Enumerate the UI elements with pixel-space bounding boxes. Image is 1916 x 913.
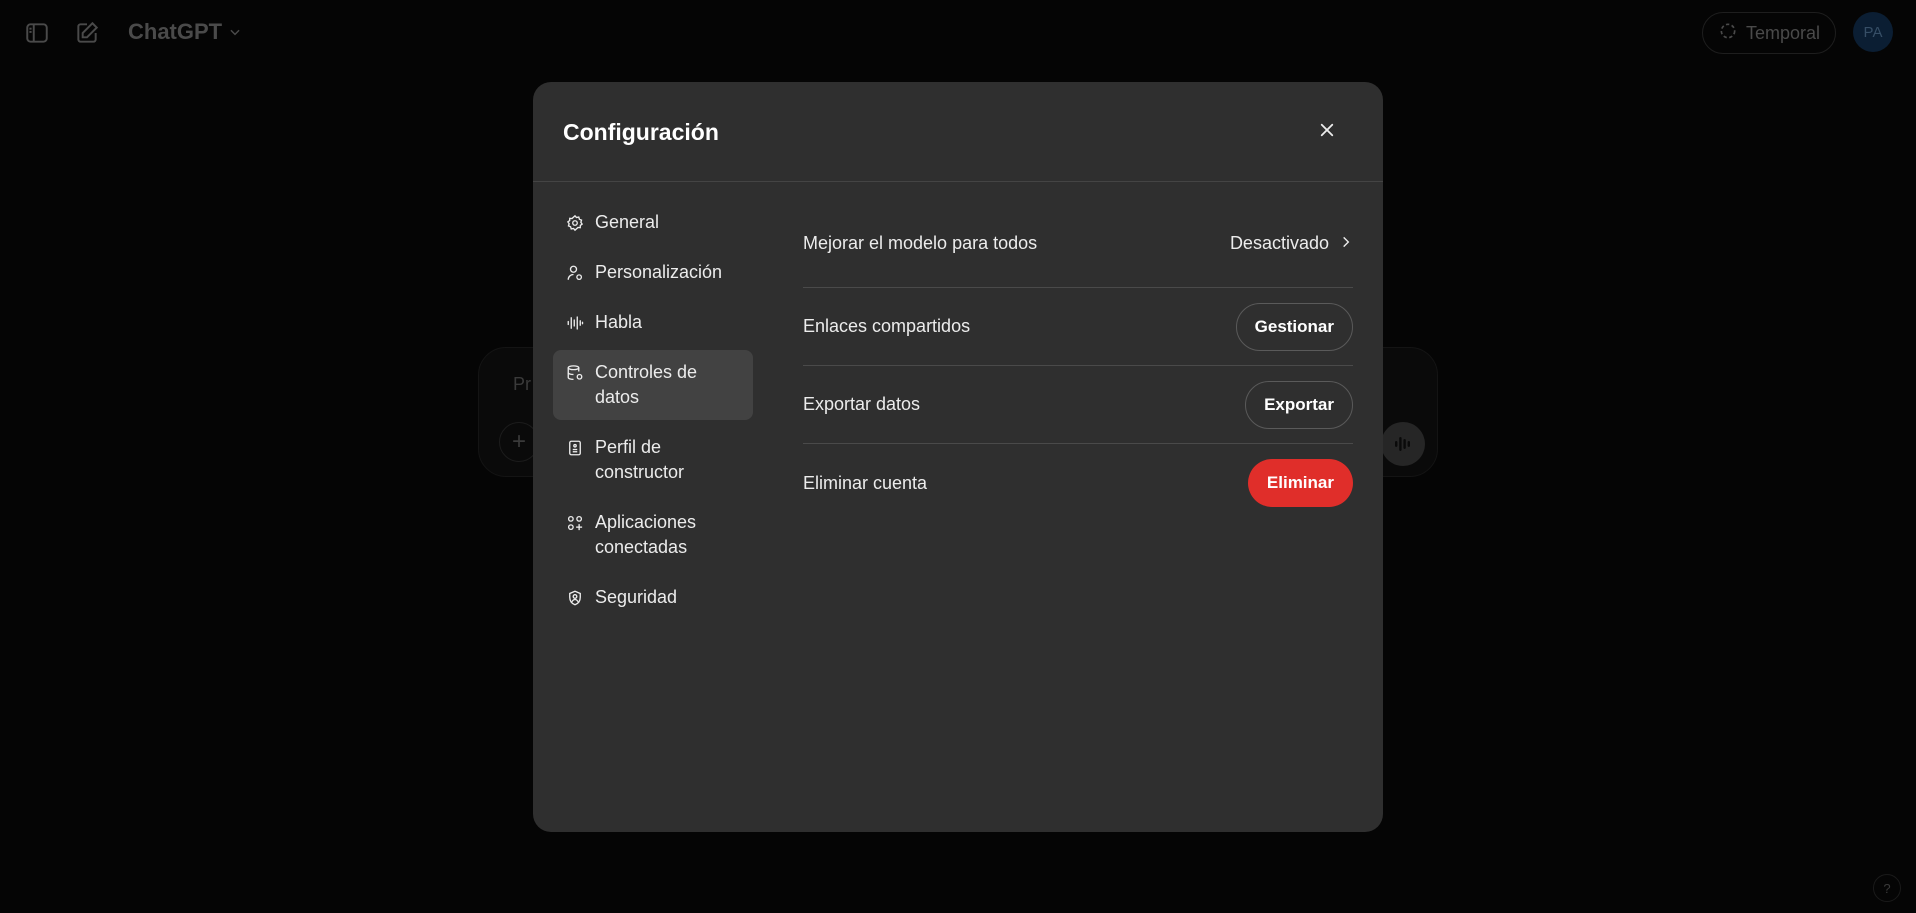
export-data-row: Exportar datos Exportar [803, 366, 1353, 444]
dialog-title: Configuración [563, 119, 719, 145]
nav-label: Perfil de constructor [595, 437, 685, 482]
nav-item-general[interactable]: General [553, 200, 753, 245]
gear-icon [565, 210, 585, 235]
delete-button[interactable]: Eliminar [1247, 459, 1353, 507]
settings-nav: General Personalización Habla Controles … [553, 200, 753, 620]
database-icon [565, 360, 585, 385]
apps-icon [565, 510, 585, 535]
nav-item-personalization[interactable]: Personalización [553, 250, 753, 295]
nav-label: Personalización [595, 262, 723, 282]
improve-model-setting[interactable]: Desactivado [1230, 233, 1353, 254]
delete-account-row: Eliminar cuenta Eliminar [803, 444, 1353, 522]
close-button[interactable] [1309, 114, 1345, 150]
nav-item-security[interactable]: Seguridad [553, 575, 753, 620]
voice-mode-icon[interactable] [1381, 422, 1425, 466]
id-card-icon [565, 435, 585, 460]
nav-label: Aplicaciones conectadas [595, 512, 697, 557]
shield-icon [565, 585, 585, 610]
export-button[interactable]: Exportar [1245, 380, 1353, 429]
data-controls-panel: Mejorar el modelo para todos Desactivado… [803, 200, 1353, 522]
nav-label: Controles de datos [595, 362, 698, 407]
top-bar: ChatGPT Temporal PA [0, 0, 1916, 64]
nav-label: Seguridad [595, 587, 678, 607]
chevron-right-icon [1339, 233, 1353, 254]
dialog-header: Configuración [533, 82, 1383, 182]
nav-item-connected-apps[interactable]: Aplicaciones conectadas [553, 500, 753, 570]
person-icon [565, 260, 585, 285]
model-selector[interactable]: ChatGPT [128, 19, 242, 45]
improve-model-value: Desactivado [1229, 233, 1329, 253]
new-chat-icon[interactable] [71, 17, 103, 49]
dashed-circle-icon [1718, 21, 1738, 46]
temporal-chat-button[interactable]: Temporal [1702, 12, 1836, 54]
delete-account-label: Eliminar cuenta [803, 472, 928, 493]
settings-dialog: Configuración General Personalización Ha… [533, 82, 1383, 832]
nav-item-data-controls[interactable]: Controles de datos [553, 350, 753, 420]
app-title: ChatGPT [128, 19, 223, 44]
shared-links-label: Enlaces compartidos [803, 316, 971, 336]
sidebar-toggle-icon[interactable] [21, 17, 53, 49]
composer-input[interactable]: Pr [513, 374, 531, 395]
nav-item-builder-profile[interactable]: Perfil de constructor [553, 425, 753, 495]
help-button[interactable]: ? [1873, 874, 1901, 902]
avatar[interactable]: PA [1853, 12, 1893, 52]
nav-item-speech[interactable]: Habla [553, 300, 753, 345]
close-icon [1318, 121, 1336, 144]
nav-label: Habla [595, 312, 643, 332]
temporal-label: Temporal [1745, 22, 1821, 43]
waveform-icon [565, 310, 585, 335]
export-data-label: Exportar datos [803, 394, 921, 414]
improve-model-row: Mejorar el modelo para todos Desactivado [803, 200, 1353, 288]
improve-model-label: Mejorar el modelo para todos [803, 233, 1038, 253]
manage-button[interactable]: Gestionar [1235, 302, 1353, 351]
nav-label: General [595, 212, 660, 232]
chevron-down-icon [228, 19, 242, 45]
shared-links-row: Enlaces compartidos Gestionar [803, 288, 1353, 366]
